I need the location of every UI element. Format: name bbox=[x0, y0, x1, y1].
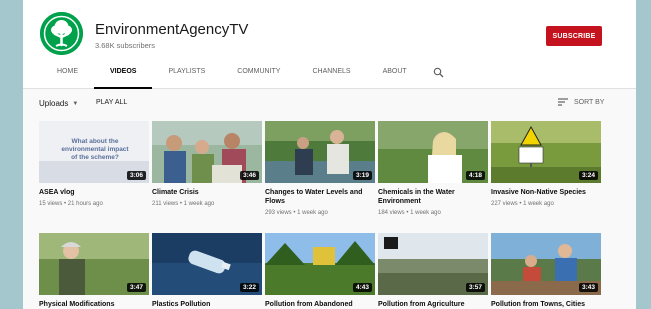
play-all-button[interactable]: PLAY ALL bbox=[96, 99, 127, 106]
video-title[interactable]: Climate Crisis bbox=[152, 188, 262, 197]
tab-community[interactable]: COMMUNITY bbox=[221, 62, 296, 89]
video-title[interactable]: Invasive Non-Native Species bbox=[491, 188, 601, 197]
sort-by-button[interactable]: SORT BY bbox=[558, 98, 604, 106]
tab-home[interactable]: HOME bbox=[41, 62, 94, 89]
video-meta: 293 views • 1 week ago bbox=[265, 210, 328, 216]
video-duration: 3:47 bbox=[126, 283, 146, 292]
search-icon bbox=[433, 67, 444, 78]
video-meta: 211 views • 1 week ago bbox=[152, 201, 215, 207]
tab-videos[interactable]: VIDEOS bbox=[94, 62, 153, 89]
video-title[interactable]: Plastics Pollution bbox=[152, 300, 262, 309]
channel-avatar[interactable] bbox=[40, 12, 83, 55]
video-meta: 227 views • 1 week ago bbox=[491, 201, 554, 207]
video-thumbnail[interactable]: 3:47 bbox=[39, 233, 149, 295]
video-thumbnail[interactable]: 3:43 bbox=[491, 233, 601, 295]
thumbnail-caption: What about the environmental impact of t… bbox=[61, 138, 129, 161]
sort-by-label: SORT BY bbox=[574, 98, 605, 106]
video-title[interactable]: Physical Modifications bbox=[39, 300, 149, 309]
tab-about[interactable]: ABOUT bbox=[367, 62, 423, 89]
sort-icon bbox=[558, 98, 568, 106]
video-duration: 3:22 bbox=[239, 283, 259, 292]
channel-tabs: HOME VIDEOS PLAYLISTS COMMUNITY CHANNELS… bbox=[41, 62, 453, 89]
video-title[interactable]: Chemicals in the Water Environment bbox=[378, 188, 488, 206]
video-thumbnail[interactable]: 4:43 bbox=[265, 233, 375, 295]
video-duration: 3:43 bbox=[578, 283, 598, 292]
tab-channels[interactable]: CHANNELS bbox=[296, 62, 366, 89]
video-duration: 3:24 bbox=[578, 171, 598, 180]
video-duration: 4:18 bbox=[465, 171, 485, 180]
video-thumbnail[interactable]: What about the environmental impact of t… bbox=[39, 121, 149, 183]
channel-page: EnvironmentAgencyTV 3.68K subscribers SU… bbox=[23, 0, 636, 309]
caret-down-icon: ▼ bbox=[72, 100, 79, 107]
video-meta: 184 views • 1 week ago bbox=[378, 210, 441, 216]
channel-header: EnvironmentAgencyTV 3.68K subscribers SU… bbox=[23, 0, 636, 89]
video-thumbnail[interactable]: 3:19 bbox=[265, 121, 375, 183]
video-thumbnail[interactable]: 3:24 bbox=[491, 121, 601, 183]
video-duration: 3:19 bbox=[352, 171, 372, 180]
search-button[interactable] bbox=[423, 62, 453, 89]
tab-playlists[interactable]: PLAYLISTS bbox=[152, 62, 221, 89]
video-thumbnail[interactable]: 3:22 bbox=[152, 233, 262, 295]
videos-toolbar: Uploads ▼ PLAY ALL SORT BY bbox=[23, 89, 636, 119]
channel-name: EnvironmentAgencyTV bbox=[95, 21, 249, 38]
uploads-dropdown[interactable]: Uploads ▼ bbox=[39, 99, 78, 108]
video-title[interactable]: Pollution from Abandoned bbox=[265, 300, 375, 309]
video-duration: 3:46 bbox=[239, 171, 259, 180]
video-title[interactable]: Pollution from Agriculture bbox=[378, 300, 488, 309]
subscriber-count: 3.68K subscribers bbox=[95, 41, 156, 50]
video-thumbnail[interactable]: 3:57 bbox=[378, 233, 488, 295]
video-title[interactable]: ASEA vlog bbox=[39, 188, 149, 197]
video-title[interactable]: Pollution from Towns, Cities bbox=[491, 300, 601, 309]
subscribe-button[interactable]: SUBSCRIBE bbox=[546, 26, 602, 46]
video-duration: 3:57 bbox=[465, 283, 485, 292]
video-meta: 15 views • 21 hours ago bbox=[39, 201, 103, 207]
video-thumbnail[interactable]: 4:18 bbox=[378, 121, 488, 183]
uploads-label: Uploads bbox=[39, 99, 69, 108]
video-duration: 3:06 bbox=[126, 171, 146, 180]
video-title[interactable]: Changes to Water Levels and Flows bbox=[265, 188, 375, 206]
tree-logo-icon bbox=[40, 12, 83, 55]
video-duration: 4:43 bbox=[352, 283, 372, 292]
video-thumbnail[interactable]: 3:46 bbox=[152, 121, 262, 183]
